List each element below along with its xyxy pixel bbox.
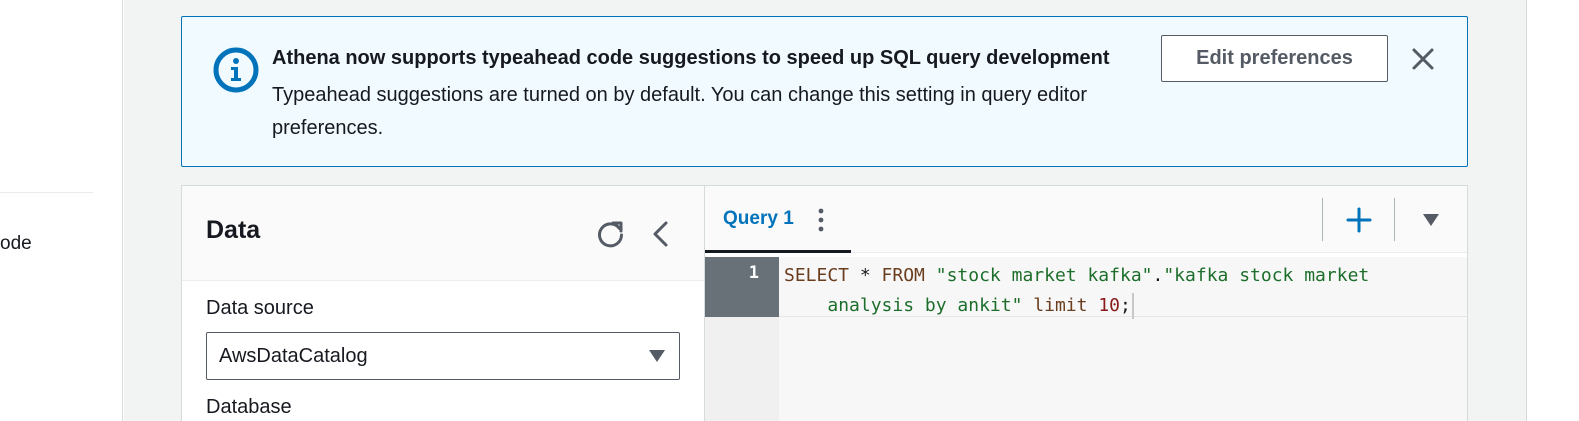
chevron-left-icon[interactable] (648, 219, 674, 249)
tab-bar-divider (1322, 198, 1323, 241)
sql-keyword: limit (1033, 295, 1088, 316)
edit-preferences-button[interactable]: Edit preferences (1161, 35, 1388, 82)
sql-string: "kafka stock market (1163, 265, 1370, 286)
banner-message: Typeahead suggestions are turned on by d… (272, 84, 1088, 139)
caret-down-icon (649, 350, 665, 362)
data-panel-title: Data (206, 216, 261, 244)
caret-down-icon[interactable] (1421, 212, 1441, 228)
refresh-icon[interactable] (596, 219, 626, 249)
info-icon (213, 47, 259, 93)
banner-title: Athena now supports typeahead code sugge… (272, 47, 1110, 69)
vertical-ellipsis-icon[interactable] (815, 207, 827, 233)
text-cursor (1131, 293, 1134, 319)
nav-divider (0, 192, 93, 193)
sql-string: "stock market kafka" (935, 265, 1153, 286)
gutter-active-line: 1 (705, 257, 779, 317)
sql-punctuation: ; (1120, 295, 1131, 316)
query-tab-bar: Query 1 (705, 186, 1467, 253)
sql-punctuation: . (1152, 265, 1164, 286)
sql-keyword: FROM (881, 265, 925, 286)
data-panel: Data Data source AwsDataCatalog Database (181, 185, 705, 421)
close-icon[interactable] (1408, 44, 1438, 74)
data-source-value: AwsDataCatalog (219, 345, 368, 367)
left-navigation: ode (0, 0, 123, 421)
sql-query-text[interactable]: SELECT * FROM "stock market kafka"."kafk… (784, 261, 1424, 321)
gutter (705, 317, 779, 421)
data-panel-header: Data (182, 186, 704, 281)
plus-icon[interactable] (1343, 204, 1375, 236)
data-source-label: Data source (206, 297, 314, 319)
info-banner: Athena now supports typeahead code sugge… (181, 16, 1468, 167)
sql-operator: * (849, 265, 882, 286)
sql-string: analysis by ankit" (827, 295, 1023, 316)
database-label: Database (206, 396, 292, 418)
tab-query-1[interactable]: Query 1 (705, 186, 851, 253)
nav-item-partial[interactable]: ode (0, 233, 32, 255)
tab-bar-divider (1394, 198, 1395, 241)
line-number: 1 (748, 263, 759, 283)
code-editor[interactable]: 1 SELECT * FROM "stock market kafka"."ka… (705, 257, 1467, 421)
right-edge (1527, 0, 1579, 421)
query-editor-panel: Query 1 1 SELECT * FROM "stock market ka… (704, 185, 1468, 421)
sql-number: 10 (1098, 295, 1120, 316)
tab-query-1-label: Query 1 (723, 208, 794, 229)
sql-keyword: SELECT (784, 265, 850, 286)
data-source-select[interactable]: AwsDataCatalog (206, 332, 680, 380)
